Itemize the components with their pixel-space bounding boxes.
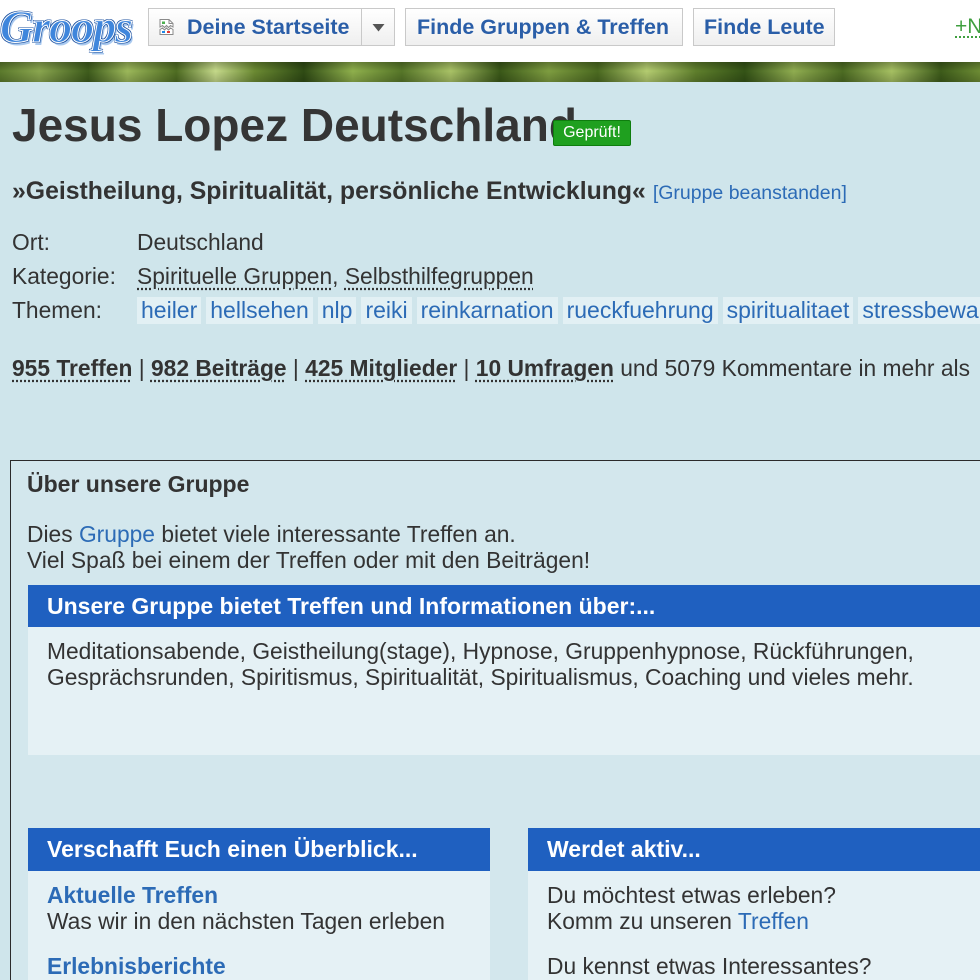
location-label: Ort: — [12, 229, 50, 255]
get-active-column: Werdet aktiv... Du möchtest etwas erlebe… — [528, 828, 980, 980]
topic-tag[interactable]: reinkarnation — [416, 296, 558, 324]
interesting-question: Du kennst etwas Interessantes? — [547, 953, 872, 979]
list-item: Du möchtest etwas erleben? Komm zu unser… — [547, 882, 980, 934]
stat-separator: | — [457, 355, 476, 381]
experience-reports-link[interactable]: Erlebnisberichte — [47, 953, 226, 979]
page-title: Jesus Lopez Deutschland — [12, 99, 577, 151]
about-intro-line: Dies Gruppe bietet viele interessante Tr… — [27, 521, 516, 547]
about-intro-line-2: Viel Spaß bei einem der Treffen oder mit… — [27, 547, 591, 573]
current-meetings-link[interactable]: Aktuelle Treffen — [47, 882, 218, 908]
home-button-label: Deine Startseite — [187, 15, 350, 39]
topic-tag[interactable]: spiritualitaet — [722, 296, 854, 324]
top-navigation-bar: Groops Deine Startseite Finde Gruppen & … — [0, 0, 980, 62]
topic-tag[interactable]: hellsehen — [206, 296, 313, 324]
list-item: Erlebnisberichte — [47, 953, 490, 979]
info-row-location: Ort: Deutschland — [12, 225, 980, 259]
broken-image-icon — [159, 19, 174, 35]
category-link-spiritual[interactable]: Spirituelle Gruppen — [137, 259, 332, 293]
home-menu-toggle[interactable] — [361, 9, 394, 45]
category-separator: , — [332, 263, 345, 289]
current-meetings-description: Was wir in den nächsten Tagen erleben — [47, 908, 445, 934]
find-people-button[interactable]: Finde Leute — [693, 8, 835, 46]
header-banner-image — [0, 62, 980, 82]
stat-polls-link[interactable]: 10 Umfragen — [476, 353, 614, 383]
stat-comments-text: und 5079 Kommentare in mehr als — [613, 355, 970, 381]
home-split-button: Deine Startseite — [148, 8, 395, 46]
category-label: Kategorie: — [12, 263, 116, 289]
offers-text: Meditationsabende, Geistheilung(stage), … — [47, 638, 914, 690]
group-stats: 955 Treffen | 982 Beiträge | 425 Mitglie… — [12, 353, 980, 383]
meetings-link[interactable]: Treffen — [738, 908, 809, 934]
info-row-category: Kategorie: Spirituelle Gruppen, Selbsthi… — [12, 259, 980, 293]
report-group-link[interactable]: [Gruppe beanstanden] — [653, 182, 847, 204]
stat-separator: | — [132, 355, 151, 381]
overview-column-header: Verschafft Euch einen Überblick... — [28, 828, 490, 871]
topic-tag[interactable]: heiler — [137, 296, 202, 324]
offers-section-header: Unsere Gruppe bietet Treffen und Informa… — [28, 585, 980, 627]
topics-label: Themen: — [12, 297, 102, 323]
topic-tag[interactable]: stressbewa — [858, 296, 980, 324]
category-link-selfhelp[interactable]: Selbsthilfegruppen — [345, 259, 534, 293]
topic-tag[interactable]: nlp — [317, 296, 357, 324]
stat-separator: | — [286, 355, 306, 381]
get-active-column-header: Werdet aktiv... — [528, 828, 980, 871]
group-link[interactable]: Gruppe — [79, 521, 155, 547]
overview-column-body: Aktuelle Treffen Was wir in den nächsten… — [28, 871, 490, 980]
group-tagline-row: »Geistheilung, Spiritualität, persönlich… — [12, 177, 847, 207]
about-heading: Über unsere Gruppe — [27, 471, 250, 497]
find-groups-button[interactable]: Finde Gruppen & Treffen — [405, 8, 683, 46]
topic-tag[interactable]: reiki — [361, 296, 412, 324]
stat-meetings-link[interactable]: 955 Treffen — [12, 353, 132, 383]
experience-question: Du möchtest etwas erleben? — [547, 882, 836, 908]
home-button[interactable]: Deine Startseite — [149, 9, 361, 45]
stat-posts-link[interactable]: 982 Beiträge — [151, 353, 287, 383]
offers-section-body: Meditationsabende, Geistheilung(stage), … — [28, 627, 980, 755]
topic-tag[interactable]: rueckfuehrung — [562, 296, 718, 324]
caret-down-icon — [372, 23, 384, 31]
intro-prefix: Dies — [27, 521, 79, 547]
about-group-box: Über unsere Gruppe Dies Gruppe bietet vi… — [10, 460, 980, 980]
location-value: Deutschland — [137, 229, 264, 255]
verified-badge: Geprüft! — [553, 120, 631, 146]
list-item: Aktuelle Treffen Was wir in den nächsten… — [47, 882, 490, 934]
list-item: Du kennst etwas Interessantes? — [547, 953, 980, 979]
join-meetings-prefix: Komm zu unseren — [547, 908, 738, 934]
group-tagline: »Geistheilung, Spiritualität, persönlich… — [12, 178, 646, 205]
get-active-column-body: Du möchtest etwas erleben? Komm zu unser… — [528, 871, 980, 980]
intro-suffix: bietet viele interessante Treffen an. — [155, 521, 516, 547]
site-logo[interactable]: Groops — [0, 0, 134, 56]
overview-column: Verschafft Euch einen Überblick... Aktue… — [28, 828, 490, 980]
new-action-link[interactable]: +N — [955, 13, 980, 41]
stat-members-link[interactable]: 425 Mitglieder — [305, 353, 457, 383]
info-row-topics: Themen: heiler hellsehen nlp reiki reink… — [12, 293, 980, 327]
topic-tag-list: heiler hellsehen nlp reiki reinkarnation… — [137, 296, 980, 324]
